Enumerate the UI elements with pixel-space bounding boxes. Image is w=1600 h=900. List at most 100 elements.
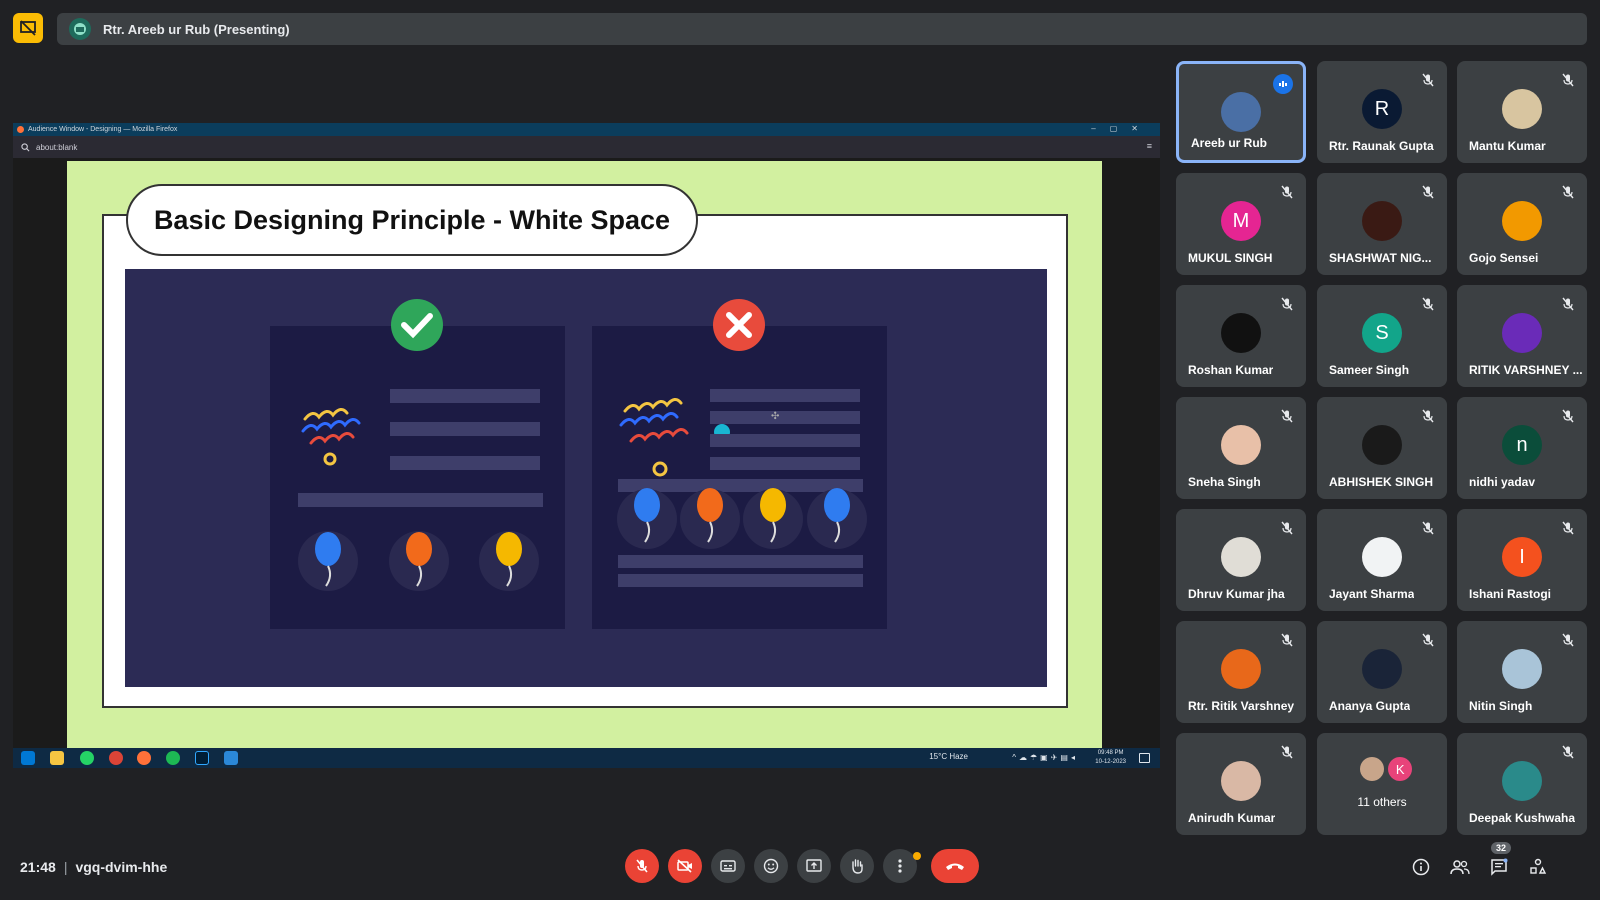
- participant-tile[interactable]: S Sameer Singh: [1317, 285, 1447, 387]
- participant-tile[interactable]: Deepak Kushwaha: [1457, 733, 1587, 835]
- firefox-titlebar: Audience Window - Designing — Mozilla Fi…: [13, 123, 1160, 136]
- more-vert-icon: [898, 859, 902, 873]
- camera-off-icon: [677, 859, 692, 873]
- spotify-icon: [166, 751, 180, 765]
- participant-tile[interactable]: Roshan Kumar: [1176, 285, 1306, 387]
- mic-off-icon: [1561, 521, 1575, 535]
- participant-name: Anirudh Kumar: [1188, 811, 1276, 825]
- meeting-separator: |: [63, 859, 68, 875]
- firefox-taskbar-icon: [137, 751, 151, 765]
- system-tray-icons: ^☁☂▣✈▤◂: [1012, 753, 1078, 762]
- participant-name: MUKUL SINGH: [1188, 251, 1273, 265]
- avatar: [1221, 425, 1261, 465]
- slide-illustration: ✣: [125, 269, 1047, 687]
- participant-name: Dhruv Kumar jha: [1188, 587, 1285, 601]
- presenter-bar: Rtr. Areeb ur Rub (Presenting): [57, 13, 1587, 45]
- participant-tile[interactable]: I Ishani Rastogi: [1457, 509, 1587, 611]
- participant-tile[interactable]: R Rtr. Raunak Gupta: [1317, 61, 1447, 163]
- reactions-button[interactable]: [754, 849, 788, 883]
- search-icon: [21, 142, 30, 151]
- avatar: [1502, 761, 1542, 801]
- participant-tile[interactable]: n nidhi yadav: [1457, 397, 1587, 499]
- participant-tile[interactable]: Gojo Sensei: [1457, 173, 1587, 275]
- avatar-initial: I: [1519, 545, 1525, 568]
- windows-taskbar: 15°C Haze ^☁☂▣✈▤◂ 09:48 PM 10-12-2023: [13, 748, 1160, 768]
- activities-icon: [1530, 858, 1547, 874]
- avatar: M: [1221, 201, 1261, 241]
- participant-tile[interactable]: Dhruv Kumar jha: [1176, 509, 1306, 611]
- participant-tile[interactable]: Jayant Sharma: [1317, 509, 1447, 611]
- avatar: [1362, 201, 1402, 241]
- mic-off-button[interactable]: [625, 849, 659, 883]
- slide-title: Basic Designing Principle - White Space: [126, 184, 698, 256]
- avatar: [1221, 649, 1261, 689]
- captions-button[interactable]: [711, 849, 745, 883]
- avatar-initial: K: [1395, 761, 1405, 777]
- present-button[interactable]: [797, 849, 831, 883]
- participant-tile[interactable]: RITIK VARSHNEY ...: [1457, 285, 1587, 387]
- info-icon: [1412, 858, 1430, 876]
- participant-name: Ananya Gupta: [1329, 699, 1411, 713]
- balloon-icons: [298, 531, 539, 591]
- participant-name: Sameer Singh: [1329, 363, 1410, 377]
- firefox-icon: [17, 126, 24, 133]
- present-screen-icon: [806, 859, 822, 872]
- people-button[interactable]: [1449, 856, 1471, 878]
- raise-hand-button[interactable]: [840, 849, 874, 883]
- people-icon: [1450, 860, 1470, 875]
- mic-off-icon: [1421, 73, 1435, 87]
- presenter-avatar: [69, 18, 91, 40]
- mic-off-icon: [1280, 745, 1294, 759]
- participant-name: Rtr. Raunak Gupta: [1329, 139, 1434, 153]
- participant-tile[interactable]: ABHISHEK SINGH: [1317, 397, 1447, 499]
- participant-name: Roshan Kumar: [1188, 363, 1274, 377]
- avatar-initial: M: [1232, 209, 1250, 232]
- participant-name: Jayant Sharma: [1329, 587, 1415, 601]
- avatar: n: [1502, 425, 1542, 465]
- more-options-button[interactable]: [883, 849, 917, 883]
- chat-icon: [1491, 858, 1508, 876]
- meeting-details-button[interactable]: [1410, 856, 1432, 878]
- participant-tile[interactable]: M MUKUL SINGH: [1176, 173, 1306, 275]
- avatar: I: [1502, 537, 1542, 577]
- activities-button[interactable]: [1527, 856, 1549, 878]
- avatar: [1362, 537, 1402, 577]
- mic-off-icon: [1421, 297, 1435, 311]
- mic-off-icon: [1421, 185, 1435, 199]
- window-controls: –▢✕: [1091, 124, 1152, 133]
- participant-tile[interactable]: Nitin Singh: [1457, 621, 1587, 723]
- participant-tile[interactable]: Areeb ur Rub: [1176, 61, 1306, 163]
- avatar: [1502, 201, 1542, 241]
- chrome-icon: [109, 751, 123, 765]
- meeting-time: 21:48: [20, 859, 56, 875]
- leave-call-button[interactable]: [931, 849, 979, 883]
- avatar: [1362, 649, 1402, 689]
- participant-tile[interactable]: SHASHWAT NIG...: [1317, 173, 1447, 275]
- captions-icon: [720, 860, 736, 872]
- participant-tile[interactable]: Rtr. Ritik Varshney: [1176, 621, 1306, 723]
- mic-off-icon: [1561, 633, 1575, 647]
- photoshop-icon: [195, 751, 209, 765]
- avatar: [1502, 313, 1542, 353]
- others-tile[interactable]: K 11 others: [1317, 733, 1447, 835]
- svg-text:✣: ✣: [771, 411, 779, 422]
- avatar: [1221, 761, 1261, 801]
- camera-off-button[interactable]: [668, 849, 702, 883]
- participant-name: SHASHWAT NIG...: [1329, 251, 1432, 265]
- participant-tile[interactable]: Mantu Kumar: [1457, 61, 1587, 163]
- mic-off-icon: [1421, 633, 1435, 647]
- photos-icon: [224, 751, 238, 765]
- chat-button[interactable]: [1488, 856, 1510, 878]
- participant-name: Nitin Singh: [1469, 699, 1533, 713]
- participant-tile[interactable]: Anirudh Kumar: [1176, 733, 1306, 835]
- check-icon: [391, 299, 443, 351]
- participant-tile[interactable]: Ananya Gupta: [1317, 621, 1447, 723]
- meeting-info: 21:48 | vgq-dvim-hhe: [20, 859, 167, 875]
- meeting-code[interactable]: vgq-dvim-hhe: [75, 859, 167, 875]
- taskbar-date: 10-12-2023: [1095, 759, 1126, 765]
- avatar-initial: n: [1516, 433, 1528, 456]
- mic-off-icon: [1561, 745, 1575, 759]
- presentation-off-icon[interactable]: [13, 13, 43, 43]
- participant-tile[interactable]: Sneha Singh: [1176, 397, 1306, 499]
- avatar: [1502, 649, 1542, 689]
